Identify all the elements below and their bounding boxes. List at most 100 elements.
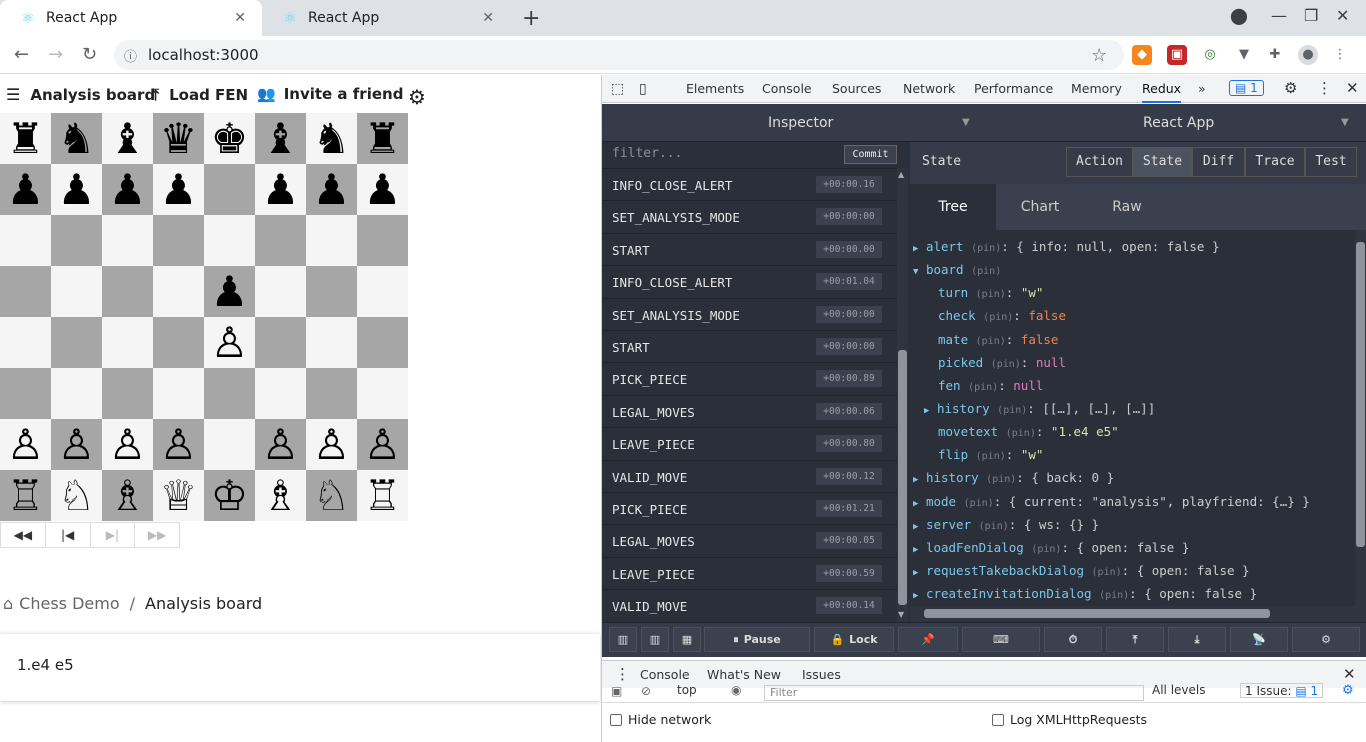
square-f2[interactable]: ♙ <box>255 419 306 470</box>
action-filter-input[interactable]: filter... <box>612 146 682 161</box>
mode-diff-button[interactable]: Diff <box>1192 147 1245 177</box>
console-settings-icon[interactable]: ⚙ <box>1342 683 1354 698</box>
profile-avatar-icon[interactable]: ● <box>1298 45 1318 65</box>
square-f5[interactable] <box>255 266 306 317</box>
action-item[interactable]: SET_ANALYSIS_MODE +00:00:00 <box>602 200 908 232</box>
instance-select[interactable]: React App <box>1143 115 1214 131</box>
scrollbar-thumb[interactable] <box>924 609 1270 618</box>
square-c4[interactable] <box>102 317 153 368</box>
extension-icon[interactable]: ▣ <box>1167 45 1187 65</box>
metamask-extension-icon[interactable]: ◆ <box>1132 45 1152 65</box>
square-c5[interactable] <box>102 266 153 317</box>
log-xhr-checkbox[interactable]: Log XMLHttpRequests <box>992 712 1147 727</box>
mode-action-button[interactable]: Action <box>1066 147 1133 177</box>
layout-right-icon[interactable]: ▥ <box>641 627 669 652</box>
forward-icon[interactable]: → <box>48 44 63 65</box>
devtools-tab-network[interactable]: Network <box>903 81 955 96</box>
square-e5[interactable]: ♟ <box>204 266 255 317</box>
browser-tab[interactable]: ⚛ React App ✕ <box>262 0 510 36</box>
square-h7[interactable]: ♟ <box>357 164 408 215</box>
chess-piece[interactable]: ♟ <box>211 270 249 313</box>
devtools-tab-memory[interactable]: Memory <box>1071 81 1122 96</box>
square-e8[interactable]: ♚ <box>204 113 255 164</box>
issues-counter[interactable]: 1 Issue: ▤ 1 <box>1240 683 1324 698</box>
chess-piece[interactable]: ♙ <box>160 423 198 466</box>
chess-piece[interactable]: ♔ <box>211 474 249 517</box>
square-d5[interactable] <box>153 266 204 317</box>
square-a4[interactable] <box>0 317 51 368</box>
square-g8[interactable]: ♞ <box>306 113 357 164</box>
first-move-button[interactable]: |◀ <box>46 523 91 547</box>
close-tab-icon[interactable]: ✕ <box>234 10 246 26</box>
chess-piece[interactable]: ♟ <box>7 168 45 211</box>
square-d7[interactable]: ♟ <box>153 164 204 215</box>
square-d6[interactable] <box>153 215 204 266</box>
square-a2[interactable]: ♙ <box>0 419 51 470</box>
eye-icon[interactable]: ◉ <box>731 683 741 698</box>
action-item[interactable]: VALID_MOVE +00:00.14 <box>602 589 908 621</box>
chess-piece[interactable]: ♝ <box>109 117 147 160</box>
action-item[interactable]: START +00:00:00 <box>602 330 908 362</box>
square-e3[interactable] <box>204 368 255 419</box>
square-a1[interactable]: ♖ <box>0 470 51 521</box>
action-item[interactable]: PICK_PIECE +00:01.21 <box>602 492 908 524</box>
square-h8[interactable]: ♜ <box>357 113 408 164</box>
action-item[interactable]: LEGAL_MOVES +00:00.05 <box>602 524 908 556</box>
square-h4[interactable] <box>357 317 408 368</box>
square-d1[interactable]: ♕ <box>153 470 204 521</box>
devtools-tab-sources[interactable]: Sources <box>832 81 881 96</box>
action-item[interactable]: INFO_CLOSE_ALERT +00:01.04 <box>602 265 908 297</box>
fast-forward-button[interactable]: ▶▶ <box>135 523 179 547</box>
chess-piece[interactable]: ♟ <box>109 168 147 211</box>
action-item[interactable]: VALID_MOVE +00:00.12 <box>602 459 908 492</box>
chess-piece[interactable]: ♜ <box>364 117 402 160</box>
pause-button[interactable]: ⏸ Pause <box>704 627 810 652</box>
chess-piece[interactable]: ♘ <box>313 474 351 517</box>
square-b1[interactable]: ♘ <box>51 470 102 521</box>
tree-node-invitationdialog[interactable]: ▶ createInvitationDialog (pin): { open: … <box>913 586 1257 601</box>
chess-piece[interactable]: ♛ <box>160 117 198 160</box>
square-b3[interactable] <box>51 368 102 419</box>
chess-piece[interactable]: ♟ <box>160 168 198 211</box>
chess-piece[interactable]: ♟ <box>313 168 351 211</box>
bookmark-star-icon[interactable]: ☆ <box>1091 45 1107 66</box>
square-b5[interactable] <box>51 266 102 317</box>
export-upload-icon[interactable]: ⤒ <box>1106 627 1164 652</box>
issues-badge[interactable]: ▤ 1 <box>1229 80 1264 96</box>
square-g3[interactable] <box>306 368 357 419</box>
devtools-tab-redux[interactable]: Redux <box>1142 81 1182 103</box>
square-g7[interactable]: ♟ <box>306 164 357 215</box>
scrollbar-thumb[interactable] <box>898 350 907 605</box>
device-toolbar-icon[interactable]: ▯ <box>639 81 647 97</box>
square-f1[interactable]: ♗ <box>255 470 306 521</box>
hide-network-checkbox[interactable]: Hide network <box>610 712 711 727</box>
restore-icon[interactable]: ❐ <box>1304 6 1318 25</box>
more-menu-icon[interactable]: ⋮ <box>1330 45 1350 65</box>
minimize-icon[interactable]: — <box>1271 6 1287 25</box>
action-item[interactable]: SET_ANALYSIS_MODE +00:00:00 <box>602 297 908 330</box>
reload-icon[interactable]: ↻ <box>82 44 97 65</box>
square-b6[interactable] <box>51 215 102 266</box>
square-c3[interactable] <box>102 368 153 419</box>
square-a7[interactable]: ♟ <box>0 164 51 215</box>
levels-select[interactable]: All levels <box>1152 683 1205 698</box>
chess-piece[interactable]: ♗ <box>262 474 300 517</box>
devtools-tab-elements[interactable]: Elements <box>686 81 744 96</box>
square-a5[interactable] <box>0 266 51 317</box>
tree-node-board-history[interactable]: ▶ history (pin): [[…], […], […]] <box>924 401 1155 416</box>
square-a3[interactable] <box>0 368 51 419</box>
chess-piece[interactable]: ♜ <box>7 117 45 160</box>
extension-icon[interactable]: ▼ <box>1234 45 1254 65</box>
scrollbar-thumb[interactable] <box>1356 242 1365 547</box>
timer-icon[interactable]: ⏱ <box>1044 627 1102 652</box>
square-d3[interactable] <box>153 368 204 419</box>
square-b8[interactable]: ♞ <box>51 113 102 164</box>
square-d4[interactable] <box>153 317 204 368</box>
devtools-close-icon[interactable]: ✕ <box>1346 79 1359 97</box>
action-item[interactable]: START +00:00.00 <box>602 232 908 265</box>
monitor-select[interactable]: Inspector <box>768 115 833 131</box>
square-f3[interactable] <box>255 368 306 419</box>
layout-left-icon[interactable]: ▥ <box>609 627 637 652</box>
extension-icon[interactable]: ◎ <box>1200 45 1220 65</box>
square-b4[interactable] <box>51 317 102 368</box>
